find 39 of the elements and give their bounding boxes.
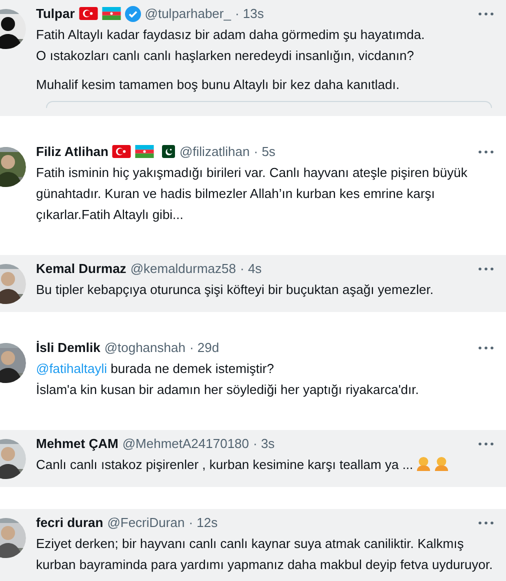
tweet-text: Fatih isminin hiç yakışmadığı birileri var. Canlı hayvanı ateşle pişiren büyük günahtadır. Kuran ve hadis bilmezler Allah’ın kurban kes emrine karşı çıkarlar.Fatih Altaylı gibi... xyxy=(36,164,468,224)
more-icon[interactable] xyxy=(478,520,494,524)
user-name[interactable]: fecri duran xyxy=(36,512,104,533)
more-icon[interactable] xyxy=(478,266,494,270)
user-handle[interactable]: @filizatlihan xyxy=(179,141,250,162)
tweet-time[interactable]: · 29d xyxy=(189,337,220,358)
tweet-time[interactable]: · 12s xyxy=(188,512,218,533)
user-handle[interactable]: @tulparhaber_ xyxy=(144,3,231,24)
user-handle[interactable]: @FecriDuran xyxy=(107,512,185,533)
tweet-text: Fatih Altaylı kadar faydasız bir adam daha görmedim şu hayatımda. O ıstakozları canlı canlı haşlarken neredeydi insanlığın, vicdanın? xyxy=(36,26,426,65)
tweet-time[interactable]: · 5s xyxy=(254,141,276,162)
tweet-time[interactable]: · 4s xyxy=(240,258,262,279)
pakistan-flag-icon xyxy=(162,145,176,158)
tweet-text: Bu tipler kebapçıya oturunca şişi köfteyi bir buçuktan aşağı yemezler. xyxy=(36,281,434,299)
tweet-text: @fatihaltayli burada ne demek istemiştir? İslam'a kin kusan bir adamın her söylediği her yaptığı riyakarca'dır. xyxy=(36,360,420,399)
turkey-flag-icon xyxy=(112,145,132,158)
user-name[interactable]: İsli Demlik xyxy=(36,337,100,358)
tweet-time[interactable]: · 3s xyxy=(253,433,275,454)
user-handle[interactable]: @kemaldurmaz58 xyxy=(130,258,236,279)
user-name[interactable]: Mehmet ÇAM xyxy=(36,433,118,454)
more-icon[interactable] xyxy=(478,346,494,350)
person-emoji-icon xyxy=(434,456,450,471)
user-name[interactable]: Filiz Atlihan xyxy=(36,141,108,162)
tweet-text: Eziyet derken; bir hayvanı canlı canlı kaynar suya atmak caniliktir. Kalkmış kurban bayraminda para yardımı yapmanız daha makbul deyip fetva uyduruyor. xyxy=(36,535,494,574)
more-icon[interactable] xyxy=(478,12,494,16)
more-icon[interactable] xyxy=(478,150,494,154)
more-icon[interactable] xyxy=(478,442,494,446)
azerbaijan-flag-icon xyxy=(102,7,121,20)
turkey-flag-icon xyxy=(78,7,98,20)
user-name[interactable]: Kemal Durmaz xyxy=(36,258,126,279)
user-handle[interactable]: @MehmetA24170180 xyxy=(122,433,250,454)
verified-badge-icon xyxy=(124,6,141,22)
user-name[interactable]: Tulpar xyxy=(36,3,75,24)
tweet-text: Canlı canlı ıstakoz pişirenler , kurban kesimine karşı teallam ya ... xyxy=(36,454,494,475)
tweet-time[interactable]: · 13s xyxy=(234,3,264,24)
user-handle[interactable]: @toghanshah xyxy=(104,337,186,358)
person-emoji-icon xyxy=(416,456,432,471)
tweet-text: Muhalif kesim tamamen boş bunu Altaylı bir kez daha kanıtladı. xyxy=(36,76,400,94)
azerbaijan-flag-icon xyxy=(135,145,154,158)
